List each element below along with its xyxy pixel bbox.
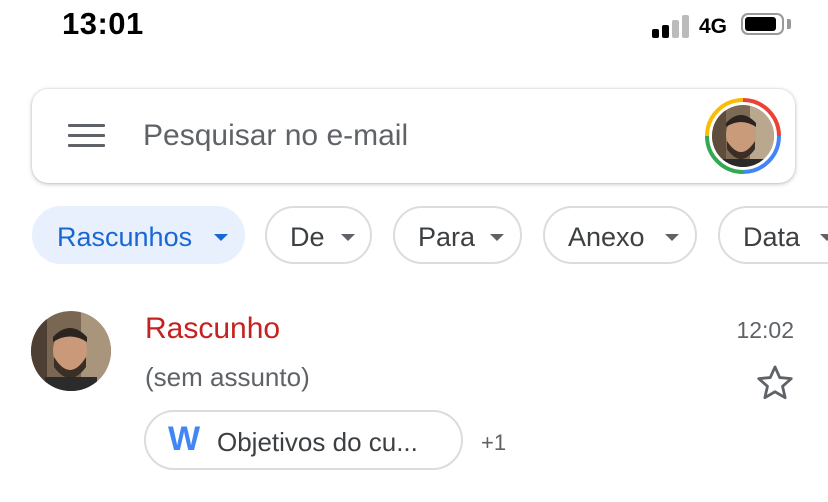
caret-down-icon	[820, 234, 828, 241]
caret-down-icon	[341, 234, 355, 241]
caret-down-icon	[665, 234, 679, 241]
filter-chip-para[interactable]: Para	[393, 206, 522, 264]
attachment-name: Objetivos do cu...	[217, 427, 418, 457]
filter-chip-label: Data	[743, 222, 801, 252]
filter-chip-label: Para	[418, 222, 476, 252]
cellular-signal-icon	[652, 14, 692, 38]
email-subject: (sem assunto)	[145, 362, 310, 392]
battery-fill	[745, 17, 776, 31]
sender-avatar-icon	[31, 311, 111, 391]
network-type-label: 4G	[699, 15, 728, 38]
email-time: 12:02	[736, 317, 794, 343]
sender-avatar[interactable]	[31, 311, 111, 391]
account-avatar-icon	[705, 98, 781, 174]
attachment-chip[interactable]: W Objetivos do cu...	[144, 410, 463, 470]
caret-down-icon	[214, 234, 228, 241]
battery-cap	[787, 19, 791, 29]
caret-down-icon	[490, 234, 504, 241]
email-list-item[interactable]: Rascunho (sem assunto) 12:02 W Objetivos…	[0, 290, 828, 490]
filter-chip-label: Rascunhos	[57, 222, 193, 252]
hamburger-menu-icon[interactable]	[68, 124, 108, 148]
word-document-icon: W	[168, 420, 200, 458]
more-attachments-count: +1	[481, 430, 507, 455]
battery-icon	[741, 13, 784, 35]
filter-chip-data[interactable]: Data	[718, 206, 828, 264]
filter-chip-rascunhos[interactable]: Rascunhos	[32, 206, 245, 264]
filter-chip-anexo[interactable]: Anexo	[543, 206, 697, 264]
search-input[interactable]	[143, 115, 683, 157]
filter-chip-label: Anexo	[568, 222, 645, 252]
email-sender: Rascunho	[145, 312, 281, 345]
search-bar	[32, 89, 795, 183]
filter-chip-label: De	[290, 222, 325, 252]
status-bar: 13:01 4G	[0, 0, 828, 56]
star-outline-icon[interactable]	[754, 362, 796, 404]
account-avatar[interactable]	[704, 97, 782, 175]
status-time: 13:01	[62, 6, 144, 41]
filter-chip-de[interactable]: De	[265, 206, 372, 264]
filter-chips: Rascunhos De Para Anexo Data	[0, 205, 828, 267]
